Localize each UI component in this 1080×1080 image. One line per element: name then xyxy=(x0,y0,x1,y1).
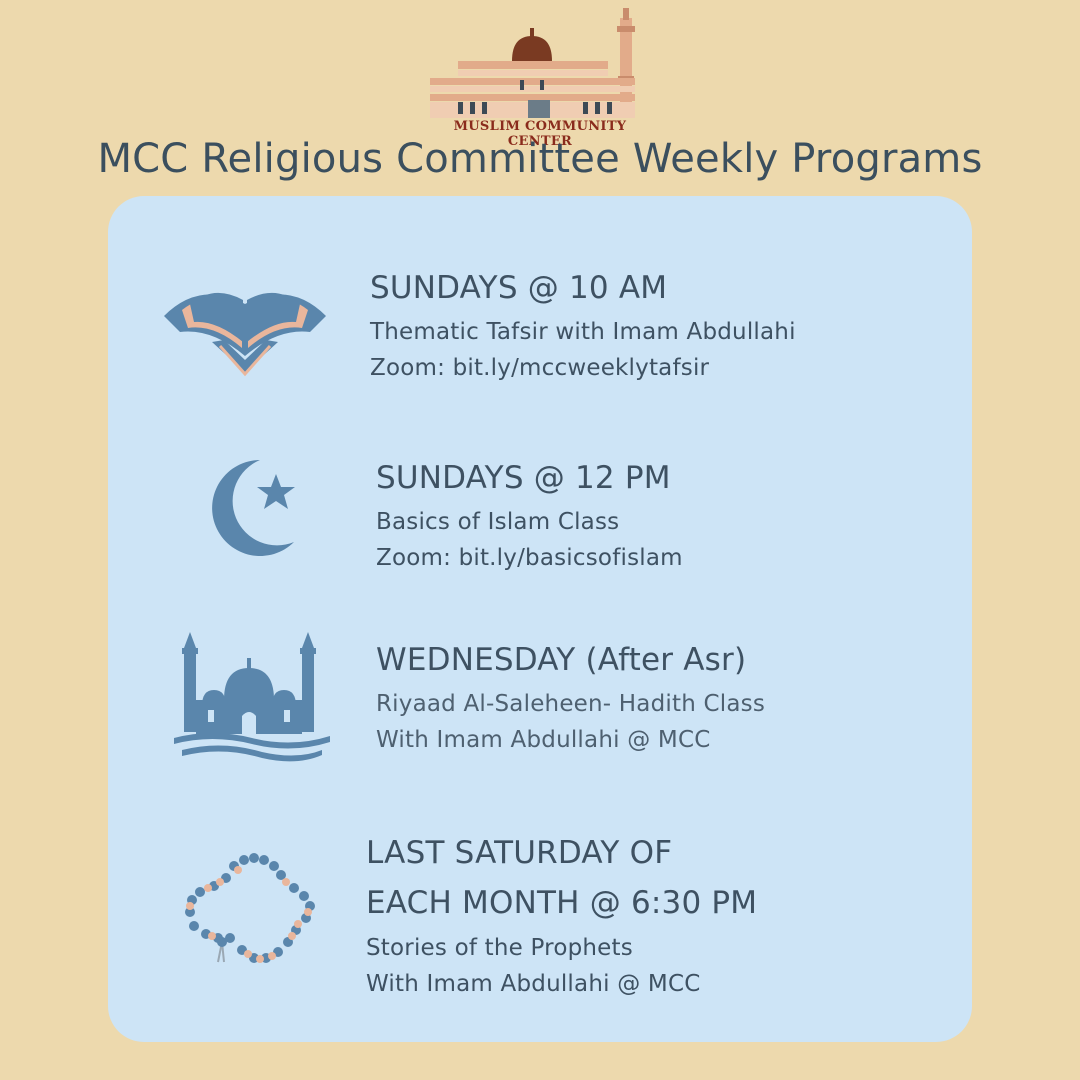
program-location: With Imam Abdullahi @ MCC xyxy=(376,727,711,753)
program-wednesday-hadith: WEDNESDAY (After Asr) Riyaad Al-Saleheen… xyxy=(376,640,765,758)
program-description: Basics of Islam Class xyxy=(376,509,620,535)
program-sunday-tafsir: SUNDAYS @ 10 AM Thematic Tafsir with Ima… xyxy=(370,268,796,386)
program-sunday-basics: SUNDAYS @ 12 PM Basics of Islam Class Zo… xyxy=(376,458,683,576)
program-description: Thematic Tafsir with Imam Abdullahi xyxy=(370,319,796,345)
program-heading: WEDNESDAY (After Asr) xyxy=(376,642,747,678)
program-zoom-link[interactable]: Zoom: bit.ly/basicsofislam xyxy=(376,540,683,576)
quran-book-icon xyxy=(160,270,330,384)
program-description: Riyaad Al-Saleheen- Hadith Class xyxy=(376,691,765,717)
program-heading-line-2: EACH MONTH @ 6:30 PM xyxy=(366,885,758,921)
mosque-icon xyxy=(172,628,332,772)
mosque-building-logo-icon xyxy=(430,8,635,118)
page-title: MCC Religious Committee Weekly Programs xyxy=(97,136,983,182)
program-heading-line-1: LAST SATURDAY OF xyxy=(366,835,673,871)
program-zoom-link[interactable]: Zoom: bit.ly/mccweeklytafsir xyxy=(370,350,796,386)
programs-panel: SUNDAYS @ 10 AM Thematic Tafsir with Ima… xyxy=(108,196,972,1042)
prayer-beads-icon xyxy=(182,850,322,974)
program-location: With Imam Abdullahi @ MCC xyxy=(366,971,701,997)
program-saturday-stories: LAST SATURDAY OF EACH MONTH @ 6:30 PM St… xyxy=(366,828,757,1002)
program-heading: SUNDAYS @ 12 PM xyxy=(376,460,671,496)
program-heading: SUNDAYS @ 10 AM xyxy=(370,270,668,306)
mcc-logo: MUSLIM COMMUNITY CENTER xyxy=(420,6,660,149)
crescent-star-icon xyxy=(200,454,310,562)
program-description: Stories of the Prophets xyxy=(366,935,633,961)
